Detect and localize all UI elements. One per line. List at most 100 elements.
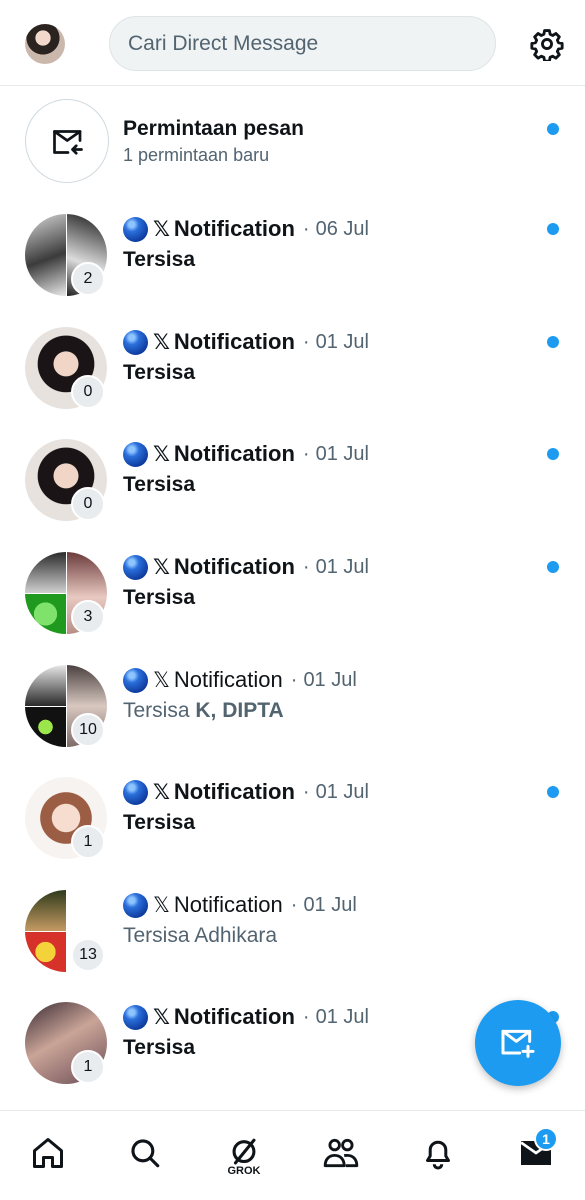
x-logo-text: 𝕏 [153, 780, 170, 804]
conversation-header: 𝕏 Notification · 01 Jul [123, 777, 369, 807]
blue-orb-emoji [123, 1004, 148, 1030]
x-logo-text: 𝕏 [153, 668, 170, 692]
participant-count-badge: 1 [71, 1050, 105, 1084]
nav-notifications[interactable] [416, 1131, 460, 1175]
blue-orb-emoji [123, 554, 148, 580]
participant-count-badge: 3 [71, 600, 105, 634]
conversation-name: Notification [173, 892, 283, 917]
conversation-header: 𝕏 Notification · 01 Jul [123, 665, 357, 695]
notifications-bell-icon [426, 1140, 450, 1170]
message-request-icon [53, 130, 83, 155]
search-input[interactable] [128, 17, 478, 70]
message-requests-title: Permintaan pesan [123, 117, 304, 140]
settings-gear-icon[interactable] [530, 27, 564, 61]
separator-dot: · [302, 1005, 310, 1028]
message-requests-row[interactable]: Permintaan pesan 1 permintaan baru [0, 86, 585, 200]
nav-home[interactable] [26, 1131, 70, 1175]
message-preview: Tersisa K, DIPTA [123, 699, 284, 723]
conversation-row[interactable]: 0 𝕏 Notification · 01 Jul Tersisa [0, 313, 585, 425]
participant-count-badge: 1 [71, 825, 105, 859]
x-logo-text: 𝕏 [153, 330, 170, 354]
conversation-header: 𝕏 Notification · 06 Jul [123, 214, 369, 244]
conversation-name: Notification [173, 441, 295, 466]
conversation-row[interactable]: 13 𝕏 Notification · 01 Jul Tersisa Adhikara [0, 876, 585, 988]
nav-grok[interactable]: GROK [222, 1131, 266, 1177]
conversation-date: 06 Jul [315, 217, 369, 240]
message-preview-text: Tersisa [123, 473, 195, 496]
conversation-name: Notification [173, 216, 295, 241]
search-box[interactable] [109, 16, 496, 71]
message-preview: Tersisa [123, 1036, 195, 1060]
conversation-date: 01 Jul [315, 442, 369, 465]
conversation-row[interactable]: 0 𝕏 Notification · 01 Jul Tersisa [0, 425, 585, 537]
blue-orb-emoji [123, 892, 148, 918]
conversation-date: 01 Jul [315, 1005, 369, 1028]
conversation-date: 01 Jul [315, 555, 369, 578]
conversation-date: 01 Jul [315, 780, 369, 803]
home-icon [33, 1138, 63, 1168]
unread-dot [547, 123, 559, 135]
separator-dot: · [302, 442, 310, 465]
message-preview: Tersisa [123, 811, 195, 835]
conversation-date: 01 Jul [315, 330, 369, 353]
blue-orb-emoji [123, 216, 148, 242]
message-preview: Tersisa [123, 361, 195, 385]
message-preview-text: Tersisa [123, 1036, 195, 1059]
participant-count-badge: 2 [71, 262, 105, 296]
unread-dot [547, 223, 559, 235]
blue-orb-emoji [123, 329, 148, 355]
conversation-header: 𝕏 Notification · 01 Jul [123, 552, 369, 582]
separator-dot: · [302, 780, 310, 803]
message-preview-text: Tersisa [123, 699, 196, 722]
top-bar [0, 0, 585, 86]
separator-dot: · [302, 330, 310, 353]
participant-count-badge: 10 [71, 713, 105, 747]
search-icon [131, 1139, 160, 1168]
conversation-name: Notification [173, 779, 295, 804]
message-preview-names: K, DIPTA [195, 699, 284, 722]
x-logo-text: 𝕏 [153, 893, 170, 917]
message-preview: Tersisa [123, 473, 195, 497]
message-preview-text: Tersisa [123, 361, 195, 384]
message-preview: Tersisa [123, 586, 195, 610]
nav-communities[interactable] [319, 1131, 363, 1175]
conversation-date: 01 Jul [303, 668, 357, 691]
conversation-row[interactable]: 3 𝕏 Notification · 01 Jul Tersisa [0, 538, 585, 650]
conversation-date: 01 Jul [303, 893, 357, 916]
messages-unread-badge: 1 [534, 1127, 558, 1151]
grok-label: GROK [227, 1165, 261, 1177]
new-message-icon [501, 1029, 535, 1058]
conversation-name: Notification [173, 667, 283, 692]
message-preview-text: Tersisa Adhikara [123, 924, 278, 947]
conversation-header: 𝕏 Notification · 01 Jul [123, 890, 357, 920]
conversation-name: Notification [173, 329, 295, 354]
message-preview-text: Tersisa [123, 811, 195, 834]
unread-dot [547, 786, 559, 798]
nav-explore[interactable] [123, 1131, 167, 1175]
conversation-header: 𝕏 Notification · 01 Jul [123, 327, 369, 357]
message-preview-text: Tersisa [123, 586, 195, 609]
conversation-row[interactable]: 2 𝕏 Notification · 06 Jul Tersisa [0, 200, 585, 312]
blue-orb-emoji [123, 667, 148, 693]
participant-count-badge: 0 [71, 375, 105, 409]
x-logo-text: 𝕏 [153, 555, 170, 579]
unread-dot [547, 561, 559, 573]
message-preview: Tersisa Adhikara [123, 924, 277, 948]
separator-dot: · [290, 668, 298, 691]
x-logo-text: 𝕏 [153, 1005, 170, 1029]
x-logo-text: 𝕏 [153, 442, 170, 466]
new-message-button[interactable] [475, 1000, 561, 1086]
separator-dot: · [290, 893, 298, 916]
conversation-name: Notification [173, 1004, 295, 1029]
separator-dot: · [302, 217, 310, 240]
message-preview-text: Tersisa [123, 248, 195, 271]
conversation-row[interactable]: 10 𝕏 Notification · 01 Jul Tersisa K, DIPTA [0, 651, 585, 763]
message-request-icon-circle [25, 99, 109, 183]
message-preview: Tersisa [123, 248, 195, 272]
profile-avatar[interactable] [25, 24, 65, 64]
unread-dot [547, 336, 559, 348]
participant-count-badge: 13 [71, 938, 105, 972]
conversation-row[interactable]: 1 𝕏 Notification · 01 Jul Tersisa [0, 763, 585, 875]
conversation-header: 𝕏 Notification · 01 Jul [123, 439, 369, 469]
blue-orb-emoji [123, 441, 148, 467]
